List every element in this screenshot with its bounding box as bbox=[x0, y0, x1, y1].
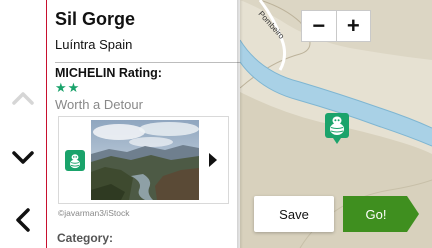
nav-column bbox=[0, 0, 46, 248]
rating-stars: ★★ bbox=[55, 80, 81, 95]
place-title: Sil Gorge bbox=[55, 9, 136, 29]
panel-shadow bbox=[237, 0, 243, 248]
chevron-up-icon bbox=[12, 92, 34, 105]
go-button[interactable]: Go! bbox=[343, 196, 419, 232]
map-pin-icon[interactable] bbox=[324, 112, 350, 146]
zoom-control: − + bbox=[301, 10, 371, 42]
place-photo[interactable] bbox=[91, 120, 199, 200]
carousel-next-button[interactable] bbox=[205, 149, 221, 171]
section-divider bbox=[55, 62, 240, 63]
chevron-down-icon bbox=[12, 151, 34, 164]
scroll-down-button[interactable] bbox=[7, 142, 39, 174]
rating-description: Worth a Detour bbox=[55, 97, 143, 112]
chevron-left-icon bbox=[16, 208, 30, 232]
triangle-right-icon bbox=[209, 153, 217, 167]
photo-carousel bbox=[58, 116, 229, 204]
category-heading: Category: bbox=[57, 231, 114, 245]
zoom-in-button[interactable]: + bbox=[335, 11, 371, 41]
place-info-panel: Sil Gorge Luíntra Spain MICHELIN Rating:… bbox=[47, 0, 240, 248]
save-button[interactable]: Save bbox=[254, 196, 334, 232]
zoom-out-button[interactable]: − bbox=[302, 11, 336, 41]
go-button-label: Go! bbox=[365, 206, 387, 222]
michelin-bibendum-icon bbox=[65, 150, 85, 171]
back-button[interactable] bbox=[7, 204, 39, 236]
photo-credit: ©javarman3/iStock bbox=[58, 208, 130, 218]
scroll-up-button[interactable] bbox=[7, 82, 39, 114]
place-location: Luíntra Spain bbox=[55, 37, 133, 52]
rating-heading: MICHELIN Rating: bbox=[55, 66, 162, 80]
